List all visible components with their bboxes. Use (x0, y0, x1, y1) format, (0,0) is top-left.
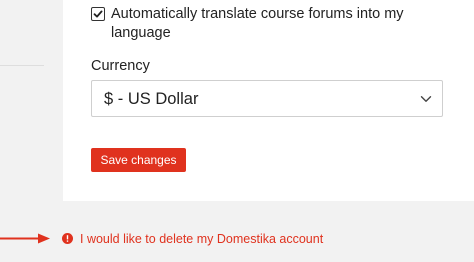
alert-circle-icon (62, 233, 73, 244)
currency-selected-value: $ - US Dollar (104, 90, 199, 108)
check-icon (93, 10, 103, 18)
currency-select[interactable]: $ - US Dollar (91, 80, 443, 117)
chevron-down-icon (420, 96, 432, 102)
translate-forums-label: Automatically translate course forums in… (111, 6, 404, 41)
currency-label: Currency (91, 58, 150, 74)
sidebar-divider (0, 65, 44, 66)
arrow-right-icon (0, 233, 50, 244)
translate-forums-checkbox[interactable] (91, 7, 105, 21)
delete-account-link[interactable]: I would like to delete my Domestika acco… (80, 231, 323, 247)
left-sidebar (0, 0, 63, 201)
save-changes-button[interactable]: Save changes (91, 148, 186, 172)
